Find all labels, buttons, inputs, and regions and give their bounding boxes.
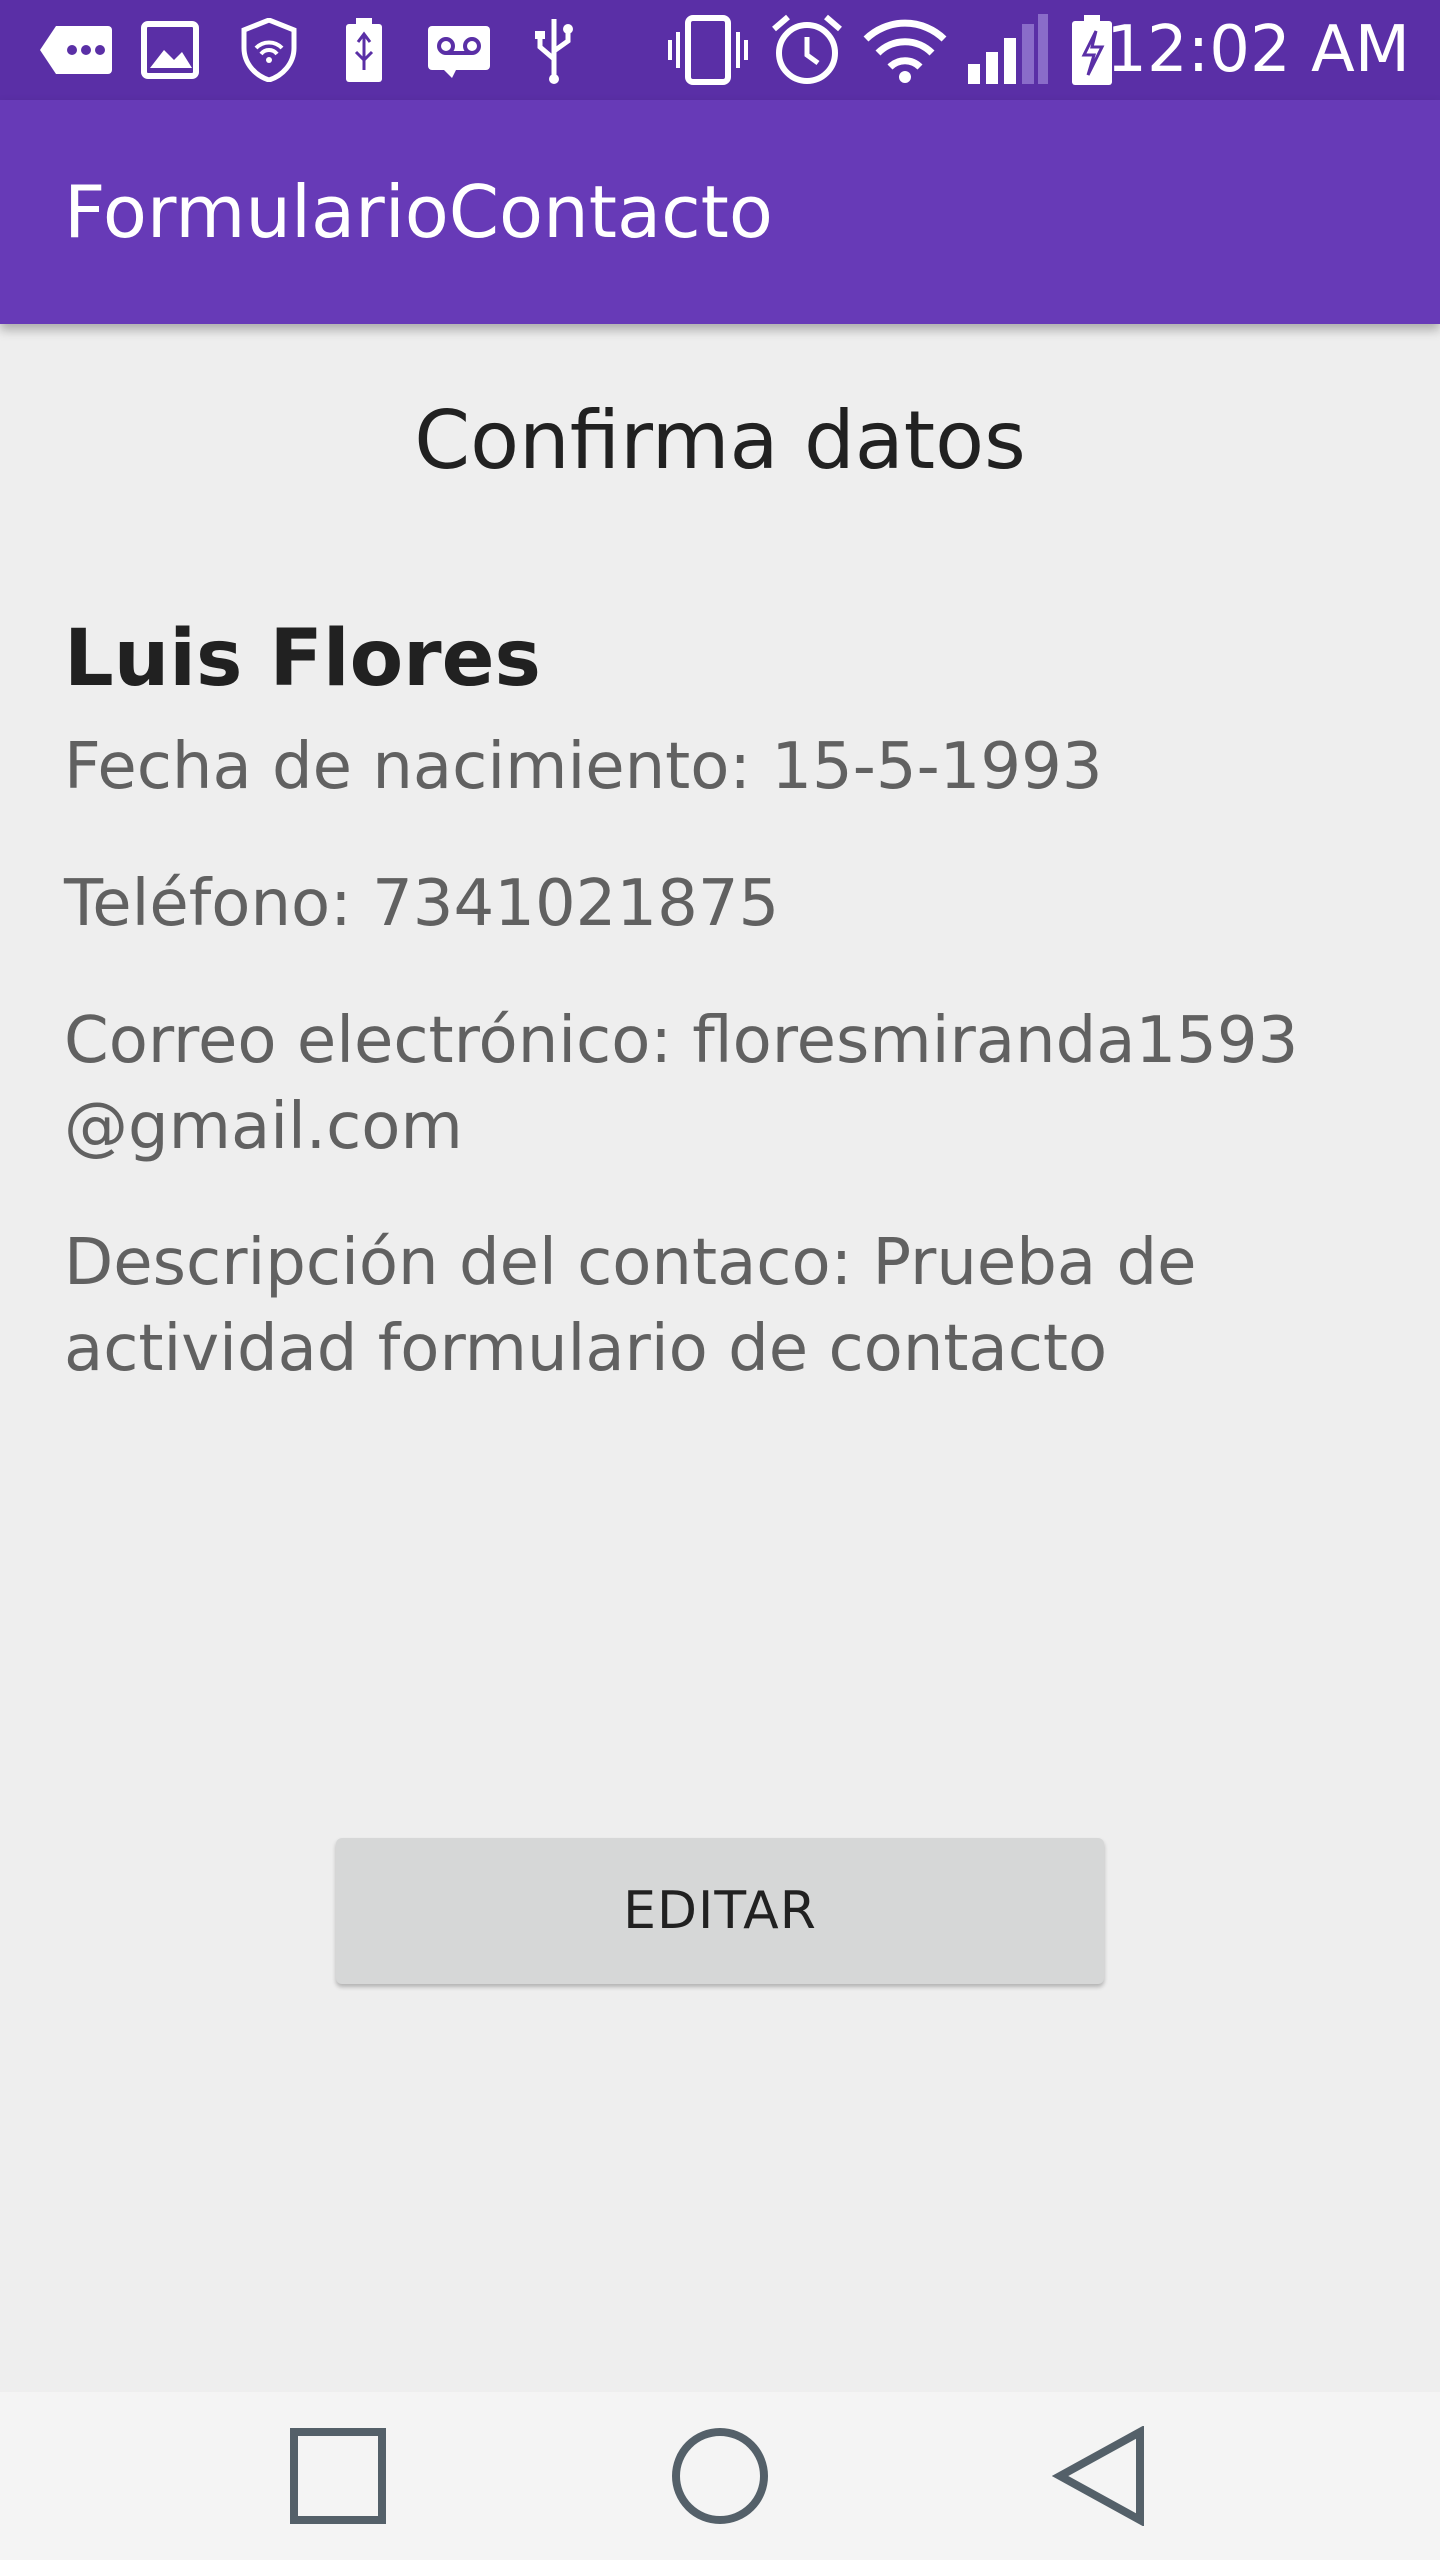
usb-icon — [530, 14, 578, 86]
back-icon[interactable] — [1002, 2392, 1202, 2560]
recents-icon[interactable] — [238, 2392, 438, 2560]
voicemail-icon — [426, 14, 492, 86]
signal-icon — [966, 14, 1050, 86]
home-icon[interactable] — [620, 2392, 820, 2560]
navigation-bar — [0, 2392, 1440, 2560]
email-line-2: @gmail.com — [64, 1090, 463, 1164]
contact-name: Luis Flores — [64, 614, 541, 704]
wifi-icon — [862, 14, 948, 86]
app-title: FormularioContacto — [64, 170, 773, 254]
vpn-shield-icon — [240, 14, 298, 86]
vibrate-icon — [666, 14, 750, 86]
usb-battery-icon — [342, 14, 386, 86]
status-bar: 12:02 AM — [0, 0, 1440, 100]
alarm-icon — [768, 14, 846, 86]
description-text: Descripción del contaco: Prueba de activ… — [64, 1220, 1364, 1392]
email-text: Correo electrónico: floresmiranda1593 @g… — [64, 998, 1364, 1170]
edit-button[interactable]: EDITAR — [336, 1838, 1104, 1984]
image-icon — [140, 14, 200, 86]
description-line-1: Descripción del contaco: Prueba de — [64, 1226, 1197, 1300]
status-time: 12:02 AM — [1106, 13, 1410, 87]
description-line-2: actividad formulario de contacto — [64, 1312, 1108, 1386]
phone-text: Teléfono: 7341021875 — [64, 867, 780, 941]
app-bar: FormularioContacto — [0, 100, 1440, 324]
birth-date-text: Fecha de nacimiento: 15-5-1993 — [64, 730, 1103, 804]
email-line-1: Correo electrónico: floresmiranda1593 — [64, 1004, 1299, 1078]
more-notifications-icon — [38, 14, 114, 86]
page-heading: Confirma datos — [414, 394, 1026, 487]
